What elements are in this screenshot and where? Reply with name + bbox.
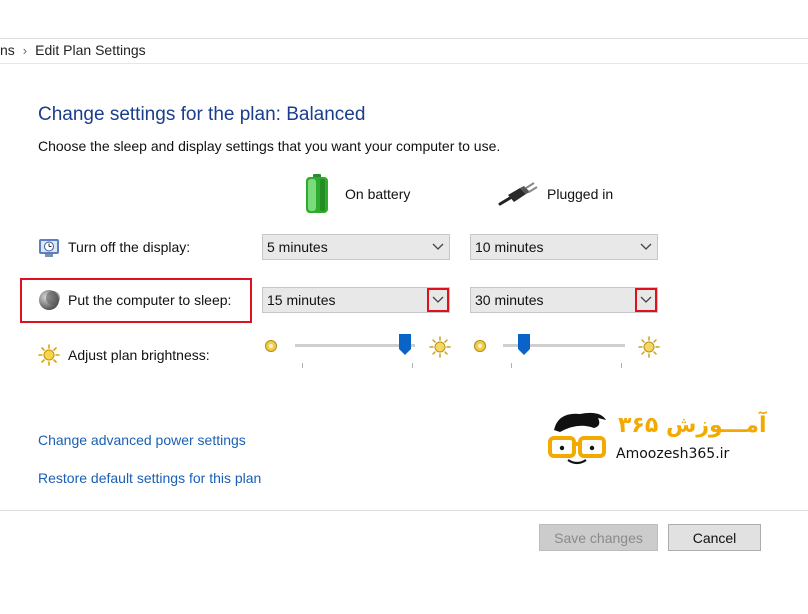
breadcrumb-divider [0, 63, 808, 64]
column-header-plugged: Plugged in [547, 186, 614, 202]
sleep-timeout-label: Put the computer to sleep: [68, 292, 232, 308]
brightness-label: Adjust plan brightness: [68, 347, 210, 363]
sun-dim-icon [264, 339, 278, 353]
slider-tick [412, 363, 413, 368]
watermark-brand-persian: آمـــوزش ۳۶۵ [618, 413, 767, 438]
slider-tick [302, 363, 303, 368]
page-title: Change settings for the plan: Balanced [38, 104, 366, 125]
cancel-button[interactable]: Cancel [668, 524, 761, 551]
sleep-battery-value: 15 minutes [267, 292, 336, 308]
display-plugged-dropdown[interactable]: 10 minutes [470, 234, 658, 260]
display-battery-dropdown[interactable]: 5 minutes [262, 234, 450, 260]
page-subtitle: Choose the sleep and display settings th… [38, 138, 501, 154]
battery-icon [305, 174, 329, 214]
restore-defaults-link[interactable]: Restore default settings for this plan [38, 470, 261, 486]
breadcrumb-item-previous[interactable]: ns [0, 42, 15, 58]
watermark-brand: Amoozesh365.ir [616, 446, 730, 462]
power-plug-icon [498, 180, 538, 208]
display-timeout-label: Turn off the display: [68, 239, 191, 255]
chevron-down-icon [635, 235, 657, 259]
chevron-down-icon [427, 235, 449, 259]
slider-tick [511, 363, 512, 368]
column-header-battery: On battery [345, 186, 411, 202]
breadcrumb-item-current: Edit Plan Settings [35, 42, 146, 58]
save-changes-button[interactable]: Save changes [539, 524, 658, 551]
chevron-right-icon: › [22, 43, 28, 58]
battery-brightness-thumb[interactable] [399, 334, 411, 361]
display-plugged-value: 10 minutes [475, 239, 544, 255]
display-timer-icon [38, 236, 60, 258]
sun-bright-icon [429, 336, 451, 358]
display-battery-value: 5 minutes [267, 239, 328, 255]
sleep-plugged-value: 30 minutes [475, 292, 544, 308]
footer-divider [0, 510, 808, 511]
sleep-battery-dropdown[interactable]: 15 minutes [262, 287, 450, 313]
sun-bright-icon [638, 336, 660, 358]
battery-brightness-track[interactable] [295, 344, 415, 347]
advanced-settings-link[interactable]: Change advanced power settings [38, 432, 246, 448]
moon-icon [38, 289, 60, 311]
top-divider [0, 38, 808, 39]
slider-tick [621, 363, 622, 368]
brightness-icon [38, 344, 60, 366]
sun-dim-icon [473, 339, 487, 353]
sleep-plugged-dropdown[interactable]: 30 minutes [470, 287, 658, 313]
chevron-down-icon[interactable] [635, 288, 657, 312]
chevron-down-icon[interactable] [427, 288, 449, 312]
breadcrumb: ns › Edit Plan Settings [0, 42, 146, 58]
plugged-brightness-thumb[interactable] [518, 334, 530, 361]
watermark-logo [548, 408, 610, 468]
